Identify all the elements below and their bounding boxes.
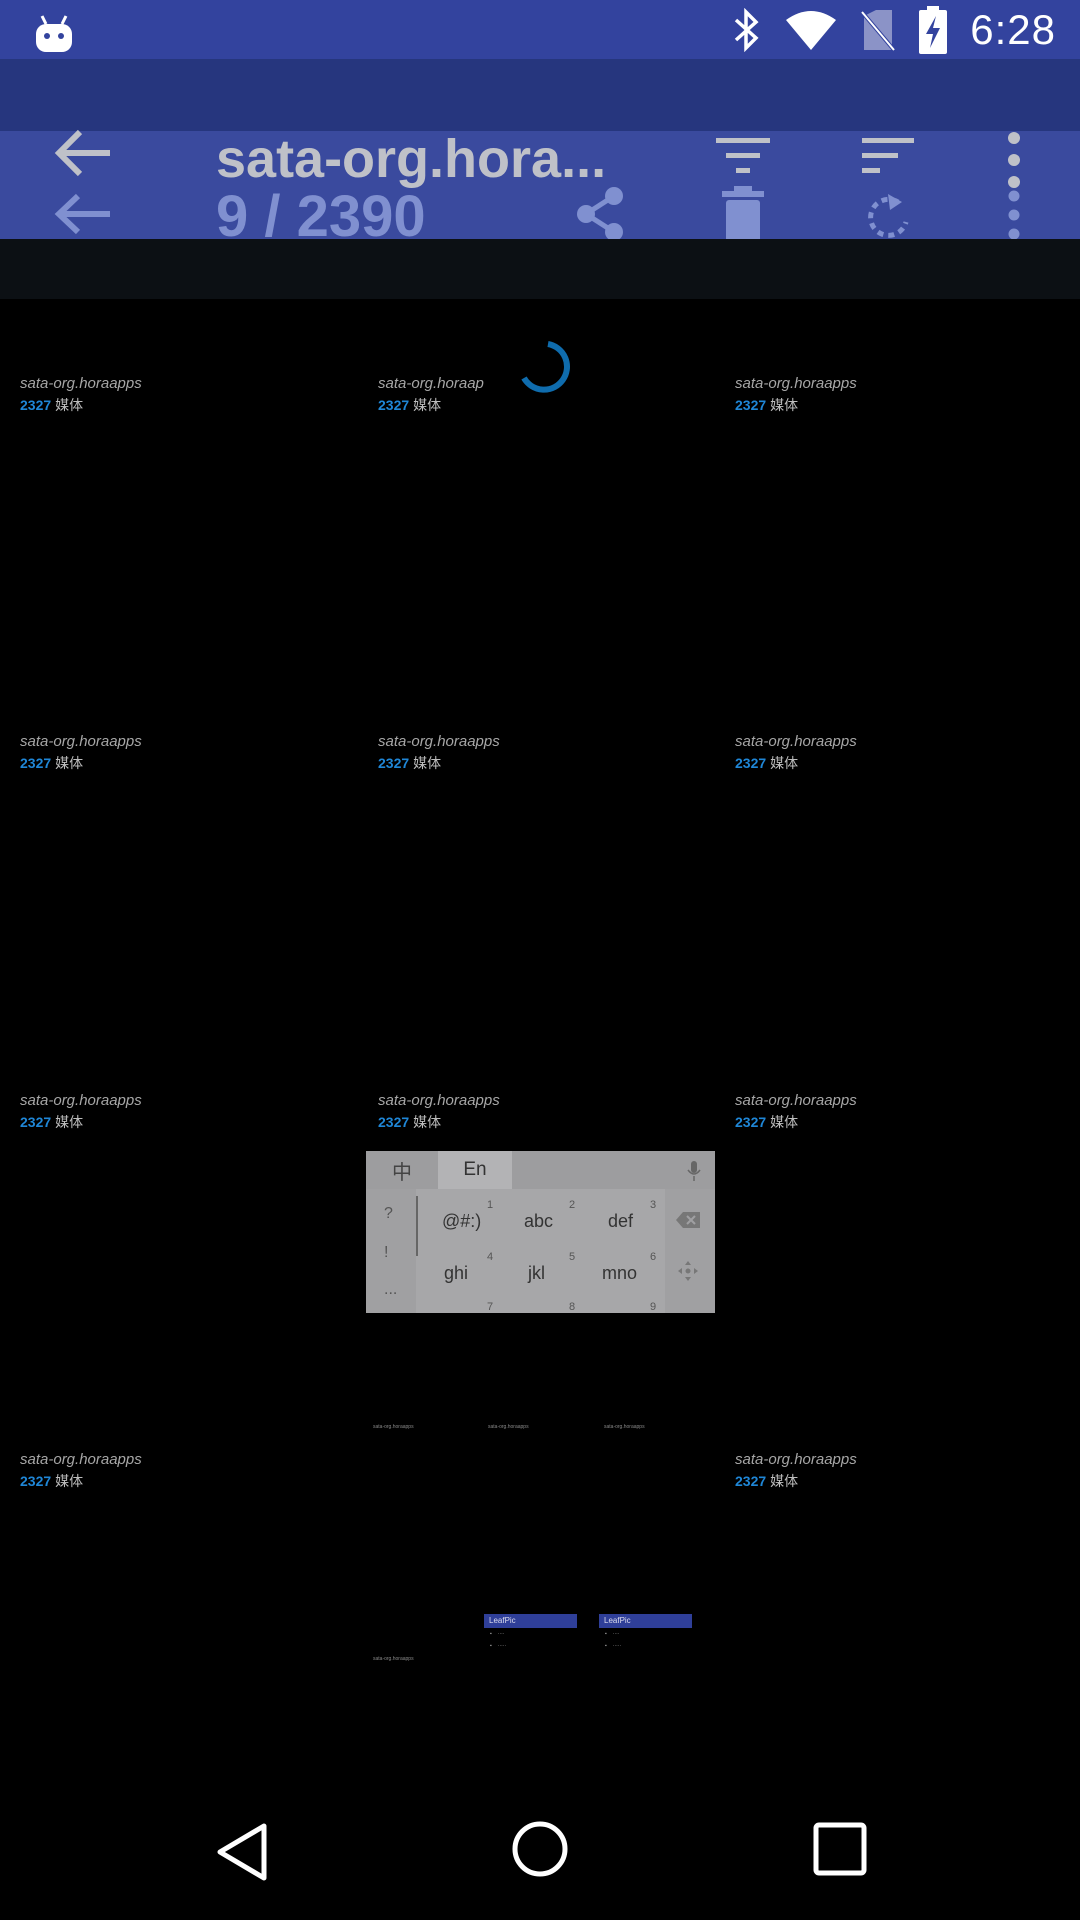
def-key[interactable]: def	[608, 1211, 633, 1232]
album-name: sata-org.horaapps	[735, 375, 857, 392]
abc-key[interactable]: abc	[524, 1211, 553, 1232]
album-item[interactable]: sata-org.horaapps 2327 媒体	[20, 375, 360, 415]
thumbnail-label: sata-org.horaapps	[604, 1424, 645, 1430]
app-screenshot-thumbnail[interactable]: LeafPic ▪ ···· ▪ ·····	[599, 1614, 692, 1674]
microphone-icon[interactable]	[687, 1161, 701, 1181]
app-title: LeafPic	[599, 1614, 692, 1628]
clock: 6:28	[970, 6, 1056, 53]
album-name: sata-org.horaapps	[735, 1451, 857, 1468]
album-item[interactable]: sata-org.horaapps 2327 媒体	[378, 1092, 718, 1132]
album-name: sata-org.horaap	[378, 375, 484, 392]
home-icon[interactable]	[511, 1820, 569, 1878]
thumbnail-label: sata-org.horaapps	[373, 1656, 414, 1662]
status-bar: 6:28	[0, 0, 1080, 59]
back-arrow-icon[interactable]	[54, 128, 114, 178]
thumbnail-label: sata-org.horaapps	[488, 1424, 529, 1430]
lang-en-key[interactable]: En	[438, 1151, 512, 1189]
menu-row: ▪ ····	[605, 1631, 620, 1637]
album-item[interactable]: sata-org.horaapps 2327 媒体	[735, 375, 1075, 415]
album-item[interactable]: sata-org.horaapps 2327 媒体	[20, 1092, 360, 1132]
album-item[interactable]: sata-org.horaapps 2327 媒体	[735, 733, 1075, 773]
album-item[interactable]: sata-org.horaapps 2327 媒体	[20, 1451, 360, 1491]
album-name: sata-org.horaapps	[20, 1092, 142, 1109]
recents-icon[interactable]	[813, 1822, 867, 1876]
backspace-icon[interactable]	[675, 1211, 701, 1229]
app-screenshot-thumbnail[interactable]: LeafPic ▪ ···· ▪ ·····	[484, 1614, 577, 1674]
album-name: sata-org.horaapps	[20, 733, 142, 750]
menu-row: ▪ ····	[490, 1631, 505, 1637]
album-item[interactable]: sata-org.horaap 2327 媒体	[378, 375, 484, 415]
thumbnail-label: sata-org.horaapps	[373, 1424, 414, 1430]
bluetooth-icon	[735, 8, 759, 52]
secondary-bar	[0, 239, 1080, 299]
more-vert-icon[interactable]	[1003, 190, 1025, 240]
album-name: sata-org.horaapps	[20, 1451, 142, 1468]
keyboard-divider	[416, 1196, 418, 1256]
album-name: sata-org.horaapps	[735, 1092, 857, 1109]
album-item[interactable]: sata-org.horaapps 2327 媒体	[735, 1092, 1075, 1132]
album-count: 2327 媒体	[378, 397, 442, 413]
album-count: 2327 媒体	[735, 755, 799, 771]
rotate-icon[interactable]	[862, 192, 912, 242]
ellipsis-key[interactable]: ...	[384, 1281, 397, 1299]
album-count: 2327 媒体	[20, 397, 84, 413]
keyboard-right-column	[665, 1189, 715, 1313]
filter-icon[interactable]	[714, 136, 772, 176]
album-name: sata-org.horaapps	[20, 375, 142, 392]
app-title: LeafPic	[484, 1614, 577, 1628]
delete-icon[interactable]	[722, 186, 764, 242]
album-item[interactable]: sata-org.horaapps 2327 媒体	[20, 733, 360, 773]
mno-key[interactable]: mno	[602, 1263, 637, 1284]
album-item[interactable]: sata-org.horaapps 2327 媒体	[735, 1451, 1075, 1491]
album-count: 2327 媒体	[735, 1473, 799, 1489]
menu-row: ▪ ·····	[490, 1643, 507, 1649]
symbols-key[interactable]: @#:)	[442, 1211, 481, 1232]
back-arrow-icon[interactable]	[54, 192, 114, 236]
page-title: sata-org.hora...	[216, 129, 607, 189]
album-count: 2327 媒体	[735, 1114, 799, 1130]
album-name: sata-org.horaapps	[735, 733, 857, 750]
battery-charging-icon	[919, 6, 948, 54]
wifi-icon	[786, 11, 837, 50]
album-name: sata-org.horaapps	[378, 733, 500, 750]
question-key[interactable]: ?	[384, 1205, 393, 1223]
cursor-move-icon[interactable]	[678, 1261, 698, 1281]
share-icon[interactable]	[574, 186, 626, 242]
exclamation-key[interactable]: !	[384, 1244, 388, 1262]
back-icon[interactable]	[214, 1822, 270, 1882]
album-count: 2327 媒体	[20, 1473, 84, 1489]
album-name: sata-org.horaapps	[378, 1092, 500, 1109]
ghi-key[interactable]: ghi	[444, 1263, 468, 1284]
app-bar-background	[0, 59, 1080, 131]
album-count: 2327 媒体	[378, 1114, 442, 1130]
sort-icon[interactable]	[860, 136, 916, 176]
android-icon	[36, 15, 72, 52]
lang-zh-key[interactable]: 中	[366, 1151, 438, 1189]
menu-row: ▪ ·····	[605, 1643, 622, 1649]
album-count: 2327 媒体	[20, 755, 84, 771]
album-count: 2327 媒体	[378, 755, 442, 771]
navigation-bar	[0, 1800, 1080, 1920]
keyboard-thumbnail[interactable]: 中 En ? ! ... @#:) 1 abc 2 def 3 ghi 4 jk…	[366, 1151, 715, 1313]
album-count: 2327 媒体	[735, 397, 799, 413]
no-sim-icon	[860, 10, 896, 52]
album-count: 2327 媒体	[20, 1114, 84, 1130]
loading-spinner-icon	[521, 341, 570, 393]
album-item[interactable]: sata-org.horaapps 2327 媒体	[378, 733, 718, 773]
more-vert-icon[interactable]	[1003, 130, 1025, 190]
jkl-key[interactable]: jkl	[528, 1263, 545, 1284]
